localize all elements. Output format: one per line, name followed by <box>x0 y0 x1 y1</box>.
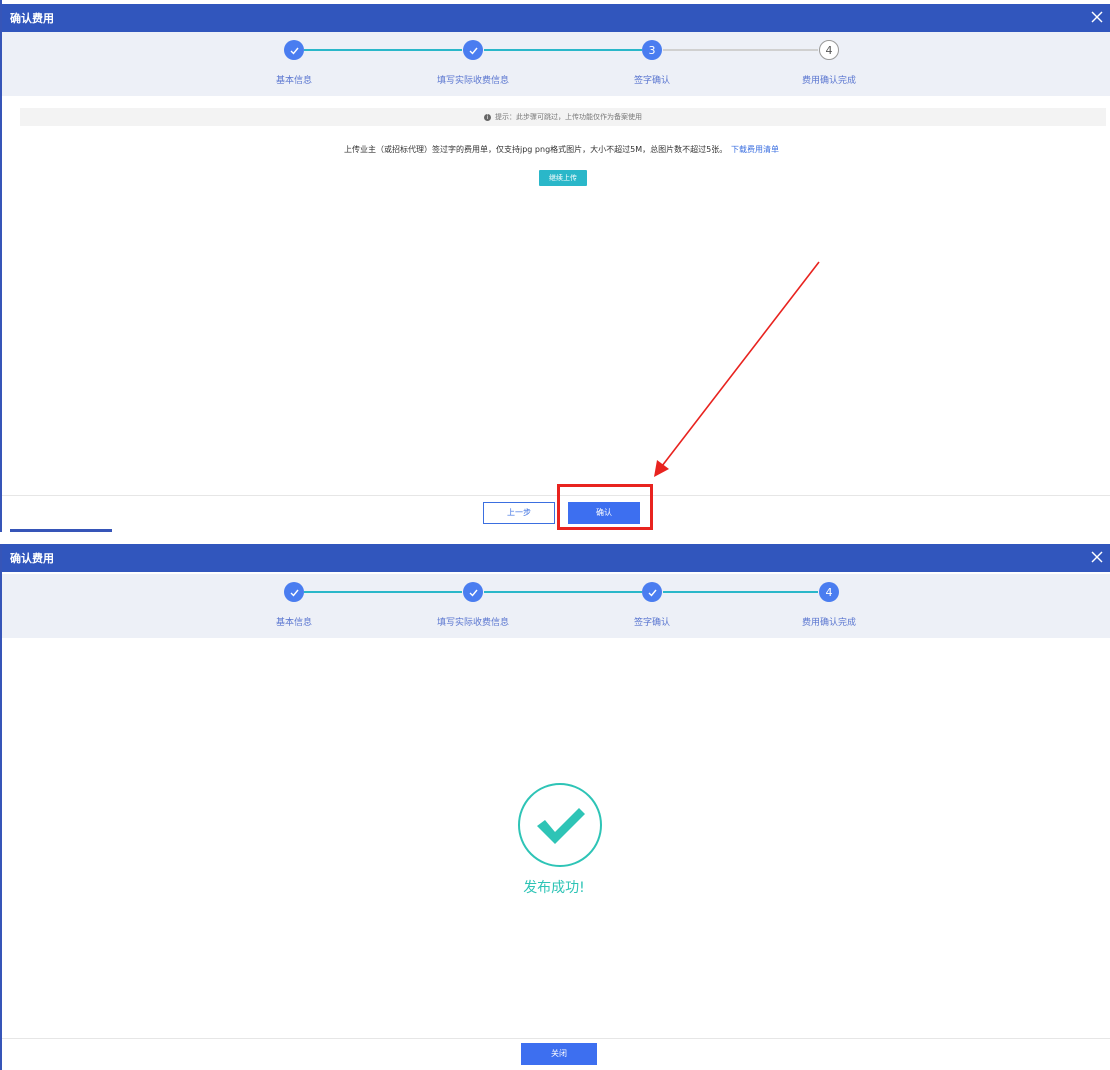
step-connector <box>304 591 462 593</box>
bottom-accent-bar <box>10 529 112 532</box>
step-connector <box>484 49 642 51</box>
confirm-fee-dialog-step3: 确认费用 3 4 基本信息 填写实际收费信息 签字确认 费用确认完成 i 提示：此… <box>0 0 1110 532</box>
previous-step-button[interactable]: 上一步 <box>483 502 555 524</box>
check-icon <box>469 47 478 55</box>
dialog-title: 确认费用 <box>10 12 54 25</box>
close-icon[interactable] <box>1088 547 1106 567</box>
step-connector <box>663 49 818 51</box>
close-icon[interactable] <box>1088 7 1106 27</box>
step-connector <box>484 591 642 593</box>
step-2-circle <box>463 582 483 602</box>
step-connector <box>663 591 818 593</box>
step-3-circle: 3 <box>642 40 662 60</box>
step-progress: 3 4 基本信息 填写实际收费信息 签字确认 费用确认完成 <box>2 32 1110 96</box>
success-check-icon <box>518 783 602 867</box>
footer-divider <box>2 495 1110 496</box>
step-1-label: 基本信息 <box>275 618 313 628</box>
step-2-circle <box>463 40 483 60</box>
footer-divider <box>2 1038 1110 1039</box>
step-progress: 4 基本信息 填写实际收费信息 签字确认 费用确认完成 <box>2 574 1110 638</box>
step-4-label: 费用确认完成 <box>801 76 857 86</box>
step-4-circle: 4 <box>819 582 839 602</box>
check-icon <box>290 47 299 55</box>
check-icon <box>290 589 299 597</box>
step-3-label: 签字确认 <box>633 76 671 86</box>
step-2-label: 填写实际收费信息 <box>436 618 510 628</box>
dialog-title: 确认费用 <box>10 552 54 565</box>
step-connector <box>304 49 462 51</box>
step-4-circle: 4 <box>819 40 839 60</box>
close-button[interactable]: 关闭 <box>521 1043 597 1065</box>
check-icon <box>648 589 657 597</box>
step-3-label: 签字确认 <box>633 618 671 628</box>
download-fee-list-link[interactable]: 下载费用清单 <box>731 144 779 155</box>
step-4-label: 费用确认完成 <box>801 618 857 628</box>
check-icon <box>469 589 478 597</box>
annotation-highlight-box <box>557 484 653 530</box>
success-message: 发布成功! <box>523 880 585 896</box>
step-1-circle <box>284 582 304 602</box>
dialog-titlebar: 确认费用 <box>2 544 1110 572</box>
hint-bar: i 提示：此步骤可跳过，上传功能仅作为备案使用 <box>20 108 1106 126</box>
info-icon: i <box>484 113 491 121</box>
hint-text: 提示：此步骤可跳过，上传功能仅作为备案使用 <box>495 113 642 121</box>
upload-instruction: 上传业主（或招标代理）签过字的费用单，仅支持jpg png格式图片，大小不超过5… <box>344 145 728 154</box>
dialog-titlebar: 确认费用 <box>2 4 1110 32</box>
step-2-label: 填写实际收费信息 <box>436 76 510 86</box>
step-3-circle <box>642 582 662 602</box>
step-1-label: 基本信息 <box>275 76 313 86</box>
continue-upload-button[interactable]: 继续上传 <box>539 170 587 186</box>
step-1-circle <box>284 40 304 60</box>
